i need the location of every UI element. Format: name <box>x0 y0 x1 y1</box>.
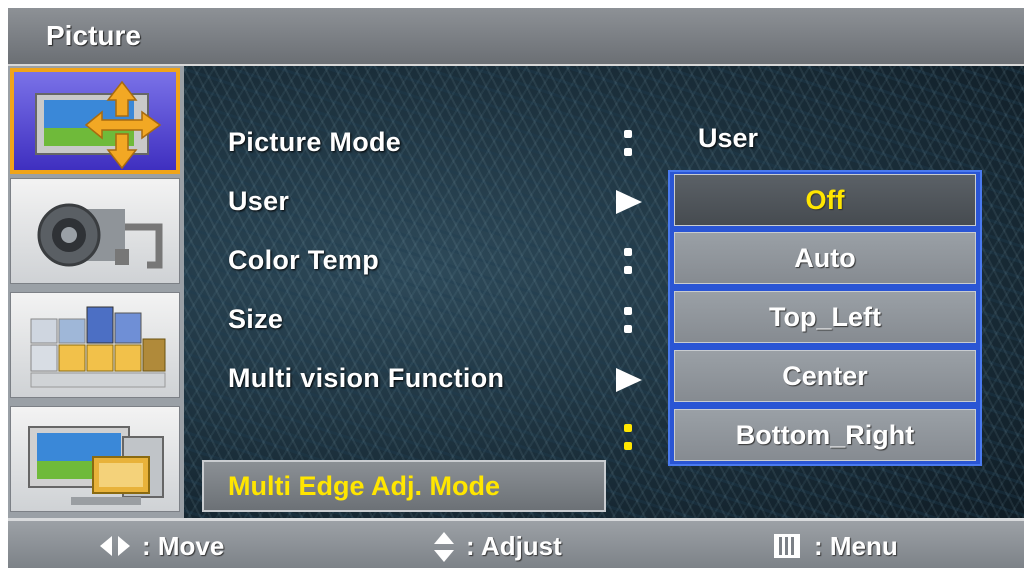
menu-item-size[interactable]: Size <box>228 297 283 341</box>
sidebar-item-picture[interactable] <box>10 68 180 174</box>
colon-separator <box>622 122 634 162</box>
menu-icon <box>774 534 800 558</box>
dropdown-option-auto[interactable]: Auto <box>674 232 976 284</box>
sidebar-item-input[interactable] <box>10 406 180 512</box>
sidebar-item-sound[interactable] <box>10 178 180 284</box>
dropdown-option-bottom-right[interactable]: Bottom_Right <box>674 409 976 461</box>
colon-separator <box>622 299 634 339</box>
menu-item-multi-vision-function[interactable]: Multi vision Function <box>228 356 504 400</box>
picture-mode-value: User <box>698 123 759 153</box>
dropdown-option-top-left[interactable]: Top_Left <box>674 291 976 343</box>
left-right-arrows-icon <box>100 536 130 556</box>
menu-content: Picture Mode User User Color Temp Size M… <box>8 66 1024 518</box>
edge-mode-dropdown[interactable]: Off Auto Top_Left Center Bottom_Right <box>668 170 982 466</box>
play-arrow-icon <box>616 190 642 214</box>
menu-item-multi-edge-adj-mode[interactable]: Multi Edge Adj. Mode <box>202 460 606 512</box>
osd-window: Picture Picture Mode User User Color Tem… <box>8 8 1024 568</box>
adjust-hint: : Adjust <box>466 531 562 561</box>
footer-hints: : Move : Adjust : Menu <box>8 518 1024 568</box>
menu-item-label: Multi Edge Adj. Mode <box>228 471 500 501</box>
window-title: Picture <box>46 20 141 51</box>
play-arrow-icon <box>616 368 642 392</box>
title-bar: Picture <box>8 8 1024 66</box>
menu-item-color-temp[interactable]: Color Temp <box>228 238 379 282</box>
move-hint: : Move <box>142 531 225 561</box>
input-icon <box>28 426 164 505</box>
sidebar-item-setup[interactable] <box>10 292 180 398</box>
sidebar <box>8 66 184 518</box>
menu-hint: : Menu <box>814 531 898 561</box>
dropdown-option-off[interactable]: Off <box>674 174 976 226</box>
sound-icon <box>37 203 163 269</box>
colon-separator <box>622 416 634 456</box>
menu-item-picture-mode[interactable]: Picture Mode <box>228 120 401 164</box>
setup-icon <box>30 306 166 388</box>
dropdown-option-center[interactable]: Center <box>674 350 976 402</box>
menu-item-user[interactable]: User <box>228 179 289 223</box>
colon-separator <box>622 240 634 280</box>
up-down-arrows-icon <box>434 532 454 562</box>
picture-icon <box>35 80 162 170</box>
